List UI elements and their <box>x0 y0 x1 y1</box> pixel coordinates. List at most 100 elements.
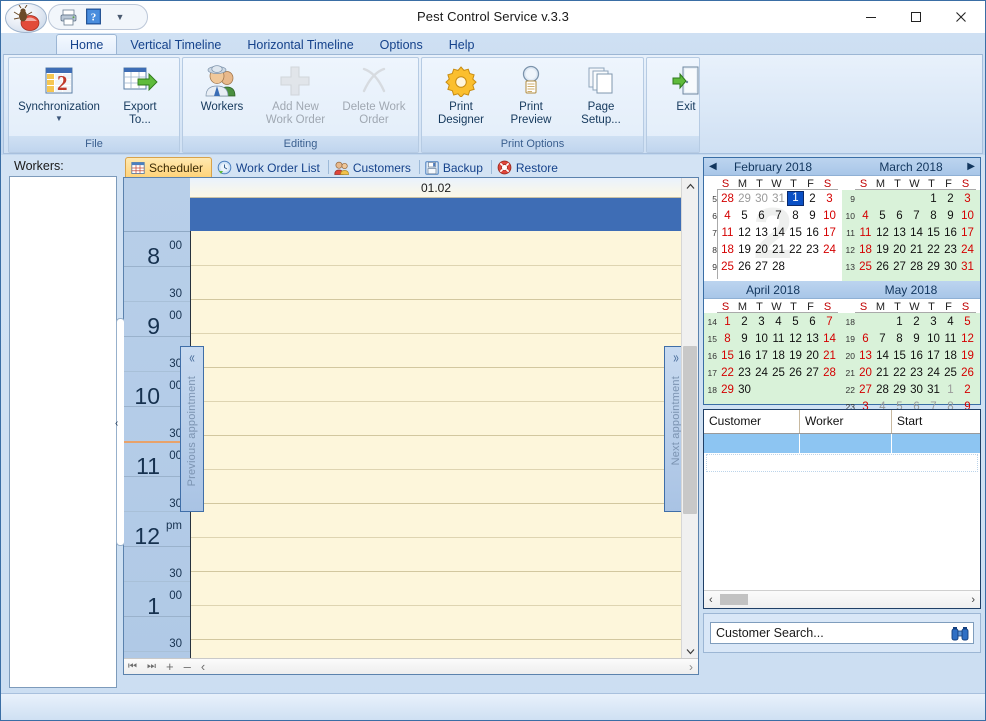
table-row[interactable] <box>704 434 980 453</box>
ribbon-tab-options[interactable]: Options <box>367 34 436 55</box>
calendar-day[interactable]: 5 <box>874 208 891 224</box>
calendar-day[interactable]: 9 <box>736 331 753 347</box>
calendar-day[interactable]: 30 <box>908 382 925 398</box>
scroll-thumb[interactable] <box>683 346 697 514</box>
calendar-day[interactable]: 28 <box>874 382 891 398</box>
calendar-day[interactable]: 27 <box>804 365 821 381</box>
calendar-day[interactable]: 11 <box>719 225 736 241</box>
calendar-day[interactable]: 29 <box>736 191 753 207</box>
column-header-customer[interactable]: Customer <box>704 410 800 433</box>
calendar-day[interactable]: 17 <box>925 348 942 364</box>
export-to-button[interactable]: Export To... <box>105 61 175 127</box>
scroll-left-icon[interactable]: ‹ <box>709 594 713 606</box>
tab-scheduler[interactable]: Scheduler <box>125 157 212 177</box>
calendar-day[interactable]: 10 <box>959 208 976 224</box>
calendar-day[interactable]: 15 <box>787 225 804 241</box>
calendar-day[interactable]: 9 <box>804 208 821 224</box>
calendar-day[interactable]: 27 <box>753 259 770 275</box>
ribbon-tab-vertical-timeline[interactable]: Vertical Timeline <box>117 34 234 55</box>
calendar-day[interactable]: 17 <box>821 225 838 241</box>
calendar-day[interactable]: 16 <box>942 225 959 241</box>
calendar-day[interactable]: 5 <box>959 314 976 330</box>
ribbon-tab-horizontal-timeline[interactable]: Horizontal Timeline <box>234 34 366 55</box>
tab-work-order-list[interactable]: Work Order List <box>212 158 328 177</box>
calendar-day[interactable]: 16 <box>804 225 821 241</box>
close-button[interactable] <box>938 1 983 33</box>
calendar-day[interactable]: 8 <box>925 208 942 224</box>
page-setup-button[interactable]: Page Setup... <box>566 61 636 127</box>
calendar-day[interactable]: 21 <box>821 348 838 364</box>
appointment-grid[interactable] <box>190 231 682 659</box>
calendar-day[interactable]: 16 <box>908 348 925 364</box>
calendar-day[interactable]: 18 <box>719 242 736 258</box>
grid-horizontal-scrollbar[interactable]: ‹ › <box>704 590 980 608</box>
scroll-up-icon[interactable] <box>682 178 698 194</box>
calendar-day[interactable]: 20 <box>857 365 874 381</box>
calendar-day[interactable]: 3 <box>925 314 942 330</box>
calendar-day[interactable]: 29 <box>719 382 736 398</box>
calendar-day[interactable]: 6 <box>857 331 874 347</box>
calendar-day[interactable]: 28 <box>821 365 838 381</box>
calendar-day[interactable]: 12 <box>787 331 804 347</box>
calendar-day[interactable]: 10 <box>821 208 838 224</box>
calendar-day[interactable]: 28 <box>770 259 787 275</box>
calendar-day[interactable]: 1 <box>891 314 908 330</box>
calendar-day[interactable]: 13 <box>857 348 874 364</box>
calendar-day[interactable]: 25 <box>719 259 736 275</box>
calendar-day[interactable]: 17 <box>959 225 976 241</box>
calendar-day[interactable]: 8 <box>719 331 736 347</box>
calendar-day[interactable]: 24 <box>753 365 770 381</box>
collapse-left-icon[interactable]: ‹ <box>115 418 118 429</box>
calendar-day[interactable]: 14 <box>770 225 787 241</box>
tab-customers[interactable]: Customers <box>329 158 419 177</box>
time-row-half[interactable]: 30 <box>124 547 190 582</box>
calendar-day[interactable]: 22 <box>925 242 942 258</box>
calendar-day[interactable]: 27 <box>891 259 908 275</box>
exit-button[interactable]: Exit <box>651 61 721 115</box>
maximize-button[interactable] <box>893 1 938 33</box>
last-record-icon[interactable]: ⏭ <box>147 661 156 672</box>
calendar-day[interactable]: 23 <box>804 242 821 258</box>
calendar-day[interactable]: 28 <box>719 191 736 207</box>
prev-page-icon[interactable]: ‹ <box>201 659 205 674</box>
calendar-day[interactable]: 31 <box>770 191 787 207</box>
calendar-day[interactable]: 15 <box>719 348 736 364</box>
calendar-day[interactable]: 2 <box>908 314 925 330</box>
calendar-day[interactable]: 30 <box>736 382 753 398</box>
day-header[interactable]: 01.02 <box>190 178 682 198</box>
tab-backup[interactable]: Backup <box>420 158 491 177</box>
calendar-day[interactable]: 3 <box>821 191 838 207</box>
calendar-day[interactable]: 13 <box>891 225 908 241</box>
calendar-day[interactable]: 24 <box>959 242 976 258</box>
column-header-start[interactable]: Start <box>892 410 980 433</box>
calendar-next-arrow-icon[interactable]: ▶ <box>967 161 975 172</box>
time-row-hour[interactable]: 800 <box>124 232 190 267</box>
calendar-day[interactable]: 26 <box>787 365 804 381</box>
column-header-worker[interactable]: Worker <box>800 410 892 433</box>
cell-worker[interactable] <box>800 434 892 453</box>
calendar-day[interactable]: 18 <box>942 348 959 364</box>
calendar-day[interactable]: 19 <box>874 242 891 258</box>
calendar-day[interactable]: 8 <box>787 208 804 224</box>
calendar-day[interactable]: 2 <box>942 191 959 207</box>
previous-appointment-pane[interactable]: « Previous appointment <box>180 346 204 512</box>
cell-start[interactable] <box>892 434 980 453</box>
calendar-day[interactable]: 4 <box>770 314 787 330</box>
calendar-day[interactable]: 20 <box>804 348 821 364</box>
calendar-day[interactable]: 4 <box>942 314 959 330</box>
calendar-day[interactable]: 2 <box>959 382 976 398</box>
calendar-day[interactable]: 8 <box>891 331 908 347</box>
binoculars-icon[interactable] <box>950 624 970 642</box>
calendar-day[interactable]: 18 <box>770 348 787 364</box>
calendar-day[interactable]: 13 <box>804 331 821 347</box>
calendar-day[interactable]: 4 <box>857 208 874 224</box>
calendar-day[interactable]: 7 <box>821 314 838 330</box>
scroll-down-icon[interactable] <box>682 643 698 659</box>
calendar-day[interactable]: 5 <box>736 208 753 224</box>
time-row-hour[interactable]: 100 <box>124 582 190 617</box>
time-row-half[interactable]: 30 <box>124 267 190 302</box>
calendar-day[interactable]: 9 <box>908 331 925 347</box>
calendar-day[interactable]: 11 <box>942 331 959 347</box>
calendar-day[interactable]: 24 <box>925 365 942 381</box>
calendar-day[interactable]: 31 <box>925 382 942 398</box>
